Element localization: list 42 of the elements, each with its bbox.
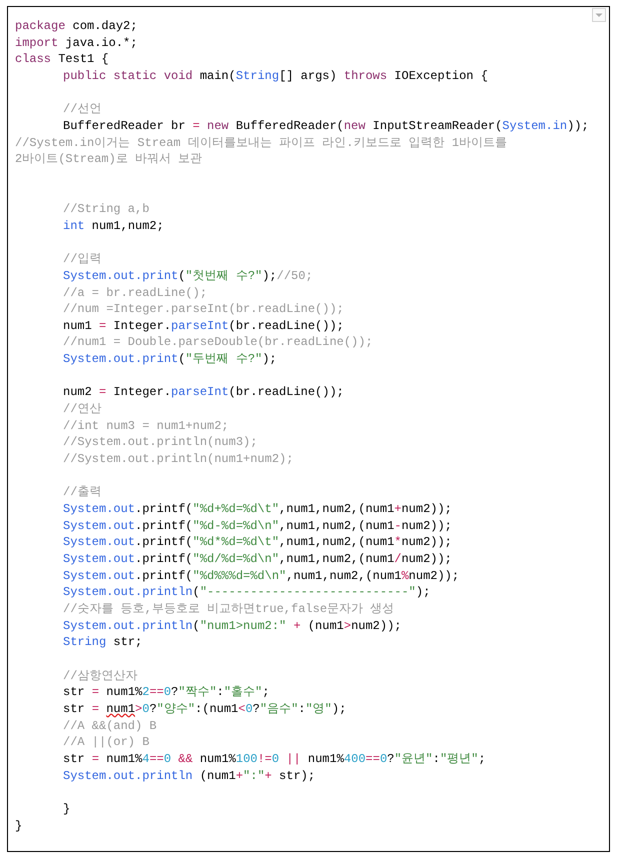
code-line: //A &&(and) B — [62, 718, 157, 734]
code-line: System.out.println (num1+":"+ str); — [62, 768, 316, 784]
code-line: //연산 — [62, 401, 102, 418]
code-line: //System.out.println(num1+num2); — [62, 451, 294, 468]
code-line: //삼항연산자 — [62, 668, 138, 684]
code-line: import java.io.*; — [15, 34, 138, 52]
code-line: System.out.printf("%d/%d=%d\n",num1,num2,(num1/num2)); — [62, 551, 452, 568]
code-line: } — [62, 800, 70, 818]
code-line: System.out.print("두번째 수?"); — [62, 351, 277, 368]
code-line: class Test1 { — [15, 51, 109, 68]
code-line: System.out.print("첫번째 수?");//50; — [62, 268, 313, 285]
code-line: str = num1%2==0?"짝수":"홀수"; — [62, 684, 270, 701]
code-line: System.out.printf("%d-%d=%d\n",num1,num2,(num1-num2)); — [62, 518, 452, 534]
code-line: System.out.println("----------------------------"); — [62, 584, 430, 601]
code-line: //num1 = Double.parseDouble(br.readLine()); — [62, 334, 373, 352]
code-line: //숫자를 등호,부등호로 비교하면true,false문자가 생성 — [62, 600, 394, 618]
code-line: System.out.printf("%d*%d=%d\t",num1,num2,(num1*num2)); — [62, 534, 452, 552]
code-line: BufferedReader br = new BufferedReader(new InputStreamReader(System.in)); — [62, 118, 589, 135]
code-line: System.out.println("num1>num2:" + (num1>num2)); — [62, 618, 402, 634]
code-line: //num =Integer.parseInt(br.readLine()); — [62, 301, 344, 318]
code-line: public static void main(String[] args) throws IOException { — [62, 68, 488, 85]
dropdown-icon[interactable] — [592, 8, 606, 22]
code-line: //int num3 = num1+num2; — [62, 418, 229, 434]
code-line: } — [15, 818, 22, 834]
code-line: //선언 — [62, 101, 102, 118]
code-line: //System.in이거는 Stream 데이터를보내는 파이프 라인.키보드로 입력한 1바이트를 — [15, 134, 508, 152]
code-line: 2바이트(Stream)로 바꿔서 보관 — [15, 151, 202, 168]
code-line: str = num1>0?"양수":(num1<0?"음수":"영"); — [62, 700, 346, 718]
code-line: str = num1%4==0 && num1%100!=0 || num1%400==0?"윤년":"평년"; — [62, 750, 486, 768]
code-line: System.out.printf("%d+%d=%d\t",num1,num2,(num1+num2)); — [62, 501, 452, 518]
code-line: num1 = Integer.parseInt(br.readLine()); — [62, 318, 344, 334]
code-line: //입력 — [62, 251, 102, 268]
code-line: //String a,b — [62, 201, 150, 218]
code-line: //a = br.readLine(); — [62, 284, 208, 302]
code-line: package com.day2; — [15, 18, 138, 35]
code-line: //System.out.println(num3); — [62, 434, 258, 452]
code-line: num2 = Integer.parseInt(br.readLine()); — [62, 384, 344, 402]
code-line: int num1,num2; — [62, 218, 164, 235]
code-line: String str; — [62, 634, 142, 651]
code-line: //A ||(or) B — [62, 734, 150, 751]
code-line: //출력 — [62, 484, 102, 502]
code-line: System.out.printf("%d%%%d=%d\n",num1,num2,(num1%num2)); — [62, 568, 460, 584]
